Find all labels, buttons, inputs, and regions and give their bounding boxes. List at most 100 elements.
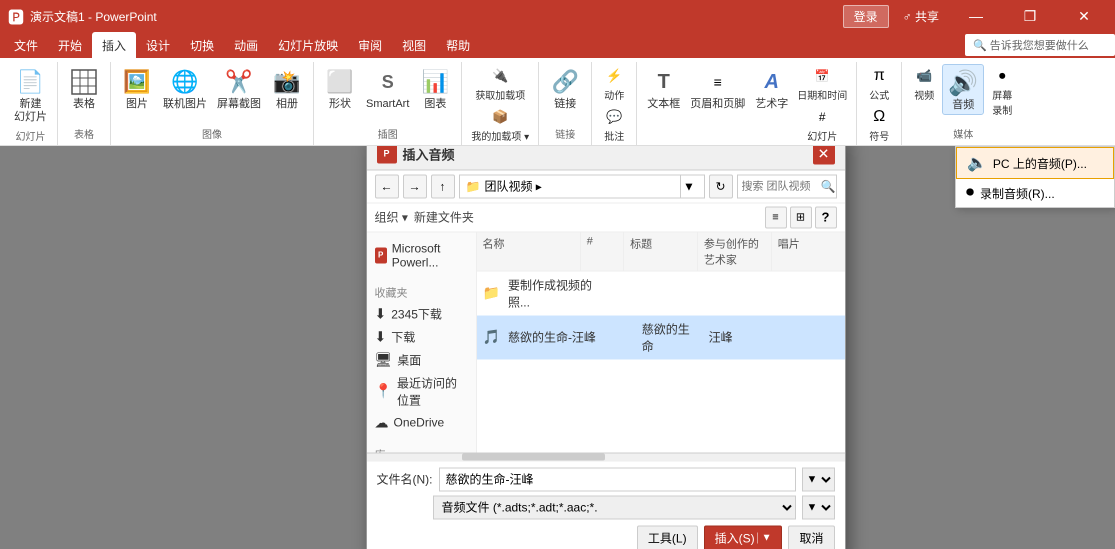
sidebar-label-recent: 最近访问的位置 (397, 374, 468, 408)
comment-button[interactable]: 💬 批注 (598, 105, 630, 144)
comment-icon: 💬 (603, 106, 625, 128)
sidebar-item-download[interactable]: ⬇ 下载 (367, 325, 476, 348)
audio-button[interactable]: 🔊 音频 (942, 64, 984, 115)
tab-transition[interactable]: 切换 (180, 32, 224, 58)
file-num-audio (600, 335, 637, 339)
equation-button[interactable]: π 公式 (863, 64, 895, 103)
col-artist[interactable]: 参与创作的艺术家 (698, 232, 772, 270)
ppt-sidebar-label: Microsoft Powerl... (392, 241, 468, 269)
tab-file[interactable]: 文件 (4, 32, 48, 58)
grid-view-button[interactable]: ⊞ (790, 206, 812, 228)
desktop-icon: 🖥 (375, 351, 393, 368)
chart-icon: 📊 (419, 66, 451, 98)
screen-record-button[interactable]: ⏺ 屏幕录制 (986, 64, 1018, 118)
table-button[interactable]: 表格 (64, 64, 104, 113)
screenshot-icon: ✂️ (223, 66, 255, 98)
tab-help[interactable]: 帮助 (436, 32, 480, 58)
shape-button[interactable]: ⬜ 形状 (320, 64, 360, 113)
dialog-refresh-button[interactable]: ↻ (709, 174, 733, 198)
tools-button[interactable]: 工具(L) (637, 525, 698, 549)
screenshot-label: 屏幕截图 (217, 98, 261, 111)
app-title: 演示文稿1 - PowerPoint (30, 8, 157, 25)
dialog-search-box[interactable]: 🔍 (737, 174, 837, 198)
filename-dropdown[interactable]: ▼ (802, 467, 835, 491)
dialog-search-input[interactable] (738, 180, 818, 192)
picture-icon: 🖼️ (121, 66, 153, 98)
minimize-button[interactable]: — (953, 0, 999, 32)
symbol-button[interactable]: Ω 符号 (863, 105, 895, 144)
my-addins-button[interactable]: 📦 我的加载项 ▾ (468, 105, 532, 144)
filetype-select[interactable]: 音频文件 (*.adts;*.adt;*.aac;*. (433, 495, 796, 519)
insert-dropdown-icon[interactable]: ▼ (757, 533, 772, 544)
col-title[interactable]: 标题 (624, 232, 698, 270)
tab-animation[interactable]: 动画 (224, 32, 268, 58)
record-audio-menu-item[interactable]: ⏺ 录制音频(R)... (956, 179, 1114, 207)
filetype-dropdown[interactable]: ▼ (802, 495, 835, 519)
filename-input[interactable] (439, 467, 796, 491)
ppt-sidebar-icon: P (375, 247, 387, 263)
download2-icon: ⬇ (375, 328, 387, 345)
close-button[interactable]: ✕ (1061, 0, 1107, 32)
new-folder-button[interactable]: 新建文件夹 (414, 209, 474, 226)
picture-button[interactable]: 🖼️ 图片 (117, 64, 157, 113)
tab-slideshow[interactable]: 幻灯片放映 (268, 32, 348, 58)
dialog-scrollbar-h[interactable] (367, 452, 845, 460)
sidebar-item-ppt[interactable]: P Microsoft Powerl... (367, 238, 476, 272)
smartart-button[interactable]: S SmartArt (362, 64, 413, 113)
sidebar-item-recent[interactable]: 📍 最近访问的位置 (367, 371, 476, 411)
header-footer-button[interactable]: ≡ 页眉和页脚 (686, 64, 749, 113)
dialog-close-button[interactable]: ✕ (813, 146, 835, 165)
online-picture-button[interactable]: 🌐 联机图片 (159, 64, 211, 113)
insert-button[interactable]: 插入(S) ▼ (704, 525, 783, 549)
video-button[interactable]: 📹 视频 (908, 64, 940, 103)
help-button[interactable]: ? (815, 206, 837, 228)
chart-label: 图表 (424, 98, 446, 111)
ribbon-group-symbol: π 公式 Ω 符号 符号 (857, 62, 902, 145)
restore-button[interactable]: ❐ (1007, 0, 1053, 32)
col-name[interactable]: 名称 (477, 232, 581, 270)
organize-button[interactable]: 组织 ▾ (375, 209, 408, 226)
file-title-audio: 慈欲的生命 (638, 318, 705, 356)
datetime-button[interactable]: 📅 日期和时间 (794, 64, 850, 103)
screenshot-button[interactable]: ✂️ 屏幕截图 (213, 64, 265, 113)
share-button[interactable]: ♂ 共享 (897, 6, 945, 27)
file-row-audio[interactable]: 🎵 慈欲的生命-汪峰 慈欲的生命 汪峰 (477, 315, 845, 359)
cancel-button[interactable]: 取消 (788, 525, 834, 549)
file-row-folder[interactable]: 📁 要制作成视频的照... (477, 271, 845, 315)
search-bar[interactable]: 🔍 告诉我您想要做什么 (965, 34, 1115, 56)
login-button[interactable]: 登录 (843, 5, 889, 28)
tab-view[interactable]: 视图 (392, 32, 436, 58)
dialog-title: 插入音频 (403, 146, 455, 163)
chart-button[interactable]: 📊 图表 (415, 64, 455, 113)
audio-dropdown-menu: 🔈 PC 上的音频(P)... ⏺ 录制音频(R)... (955, 146, 1115, 208)
filename-label: 文件名(N): (377, 471, 433, 488)
file-name-audio: 慈欲的生命-汪峰 (504, 327, 600, 348)
sidebar-item-desktop[interactable]: 🖥 桌面 (367, 348, 476, 371)
new-slide-button[interactable]: 📄 新建幻灯片 (10, 64, 51, 126)
action-button[interactable]: ⚡ 动作 (598, 64, 630, 103)
tab-home[interactable]: 开始 (48, 32, 92, 58)
ribbon-group-image: 🖼️ 图片 🌐 联机图片 ✂️ 屏幕截图 📸 相册 图像 (111, 62, 314, 145)
dialog-forward-button[interactable]: → (403, 174, 427, 198)
audio-icon: 🔊 (947, 67, 979, 99)
get-addins-button[interactable]: 🔌 获取加载项 (468, 64, 532, 103)
tab-review[interactable]: 审阅 (348, 32, 392, 58)
album-button[interactable]: 📸 相册 (267, 64, 307, 113)
dialog-up-button[interactable]: ↑ (431, 174, 455, 198)
pc-audio-menu-item[interactable]: 🔈 PC 上的音频(P)... (956, 147, 1114, 179)
wordart-button[interactable]: A 艺术字 (751, 64, 792, 113)
tab-insert[interactable]: 插入 (92, 32, 136, 58)
dialog-path[interactable]: 📁 团队视频 ▸ ▼ (459, 174, 705, 198)
toolbar2-left: 组织 ▾ 新建文件夹 (375, 209, 474, 226)
dialog-back-button[interactable]: ← (375, 174, 399, 198)
sidebar-item-2345[interactable]: ⬇ 2345下载 (367, 302, 476, 325)
textbox-button[interactable]: T 文本框 (643, 64, 684, 113)
sidebar-item-onedrive[interactable]: ☁ OneDrive (367, 411, 476, 434)
col-album[interactable]: 唱片 (772, 232, 845, 270)
path-dropdown-button[interactable]: ▼ (680, 174, 698, 198)
link-button[interactable]: 🔗 链接 (545, 64, 585, 113)
col-number[interactable]: # (581, 232, 624, 270)
dialog-content: P Microsoft Powerl... 收藏夹 ⬇ 2345下载 ⬇ 下载 … (367, 232, 845, 452)
list-view-button[interactable]: ≡ (765, 206, 787, 228)
tab-design[interactable]: 设计 (136, 32, 180, 58)
